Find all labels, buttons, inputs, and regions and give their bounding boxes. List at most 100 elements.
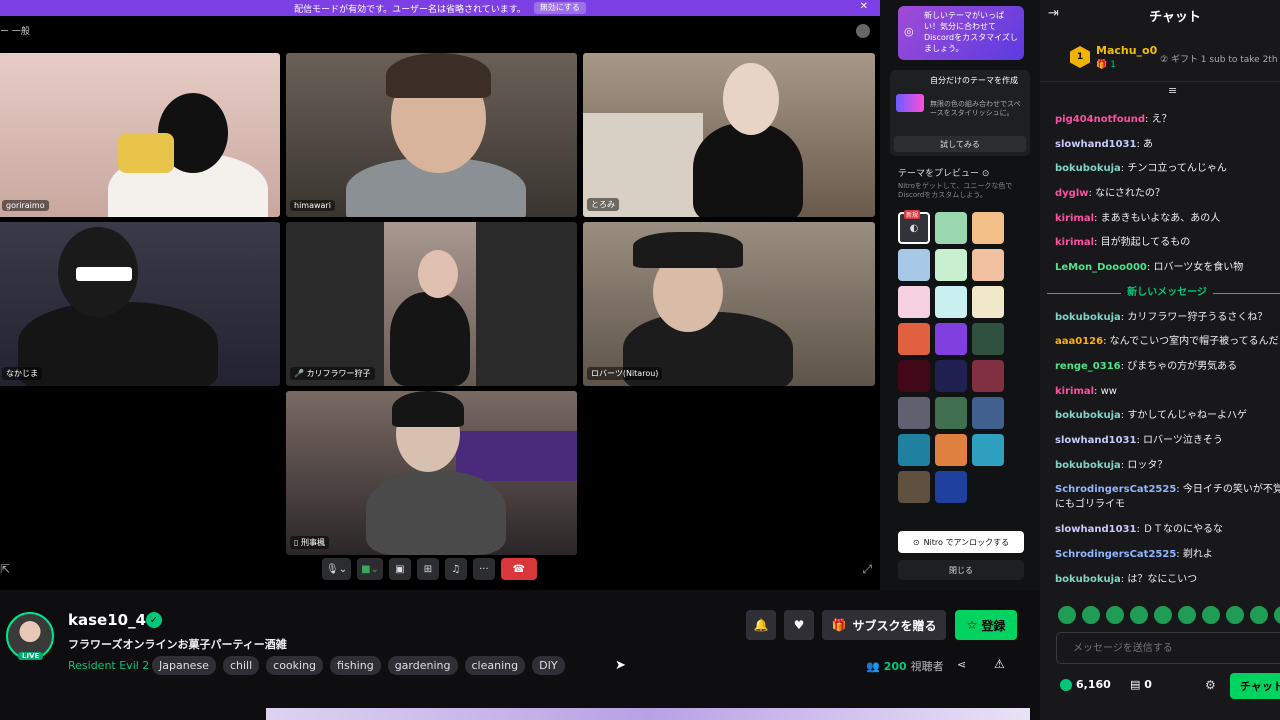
theme-swatch[interactable] (935, 286, 967, 318)
theme-swatch[interactable] (935, 434, 967, 466)
send-chat-button[interactable]: チャット (1230, 673, 1280, 699)
emote-icon[interactable] (1274, 606, 1280, 624)
tag-chip[interactable]: chill (222, 656, 260, 675)
emote-icon[interactable] (1250, 606, 1268, 624)
video-tile[interactable]: 🎤 カリフラワー狩子 (286, 222, 577, 386)
chat-username[interactable]: bokubokuja (1055, 460, 1121, 471)
close-panel-button[interactable]: 閉じる (898, 560, 1024, 580)
screen-share-icon[interactable]: ▣ (388, 558, 411, 580)
channel-points[interactable]: 6,160 (1060, 678, 1111, 691)
theme-swatch[interactable] (898, 323, 930, 355)
try-button[interactable]: 試してみる (894, 136, 1026, 152)
fullscreen-icon[interactable]: ⤢ (862, 562, 872, 577)
filter-icon[interactable]: ≡ (1168, 84, 1177, 97)
theme-swatch[interactable] (972, 286, 1004, 318)
gear-icon[interactable]: ⚙ (1205, 678, 1216, 692)
close-icon[interactable]: ✕ (860, 1, 868, 12)
video-tile[interactable]: なかじま (0, 222, 280, 386)
chat-username[interactable]: renge_0316 (1055, 361, 1121, 372)
chat-username[interactable]: kirimal (1055, 237, 1094, 248)
leader-name[interactable]: Machu_o0 (1096, 44, 1157, 57)
emote-icon[interactable] (1202, 606, 1220, 624)
nitro-unlock-button[interactable]: ⊙ Nitro でアンロックする (898, 531, 1024, 553)
chat-username[interactable]: slowhand1031 (1055, 139, 1136, 150)
tag-chip[interactable]: fishing (330, 656, 381, 675)
theme-swatch[interactable] (898, 360, 930, 392)
video-tile[interactable]: とろみ (583, 53, 875, 217)
theme-swatch[interactable] (898, 434, 930, 466)
chat-username[interactable]: pig404notfound (1055, 114, 1145, 125)
theme-swatch[interactable] (935, 212, 967, 244)
emote-icon[interactable] (1058, 606, 1076, 624)
follow-heart-icon[interactable]: ♥ (784, 610, 814, 640)
theme-swatch[interactable] (898, 286, 930, 318)
chat-username[interactable]: slowhand1031 (1055, 435, 1136, 446)
chat-message: kirimal: ww (1055, 380, 1280, 405)
theme-swatch[interactable] (935, 397, 967, 429)
chat-username[interactable]: LeMon_Dooo000 (1055, 262, 1147, 273)
emote-icon[interactable] (1226, 606, 1244, 624)
theme-panel: ◎ 新しいテーマがいっぱい！気分に合わせてDiscordをカスタマイズしましょう… (880, 0, 1040, 590)
disconnect-button[interactable]: ☎ (500, 558, 537, 580)
emote-icon[interactable] (1130, 606, 1148, 624)
chat-message-input[interactable] (1056, 632, 1280, 664)
theme-promo: ◎ 新しいテーマがいっぱい！気分に合わせてDiscordをカスタマイズしましょう… (898, 6, 1024, 60)
chat-username[interactable]: bokubokuja (1055, 410, 1121, 421)
tag-chip[interactable]: Japanese (152, 656, 216, 675)
theme-swatch[interactable] (898, 397, 930, 429)
theme-swatch[interactable] (898, 471, 930, 503)
theme-swatch[interactable] (935, 471, 967, 503)
emote-icon[interactable] (1154, 606, 1172, 624)
streamer-name[interactable]: kase10_4 (68, 611, 146, 629)
tag-chip[interactable]: cooking (266, 656, 324, 675)
chat-username[interactable]: aaa0126 (1055, 336, 1103, 347)
chat-text: : ＤＴなのにやるな (1136, 524, 1224, 536)
notification-bell-icon[interactable]: 🔔 (746, 610, 776, 640)
tag-chip[interactable]: cleaning (464, 656, 526, 675)
gift-sub-button[interactable]: 🎁 サブスクを贈る (822, 610, 946, 640)
theme-swatch[interactable] (898, 249, 930, 281)
more-icon[interactable]: ··· (472, 558, 495, 580)
chat-username[interactable]: kirimal (1055, 213, 1094, 224)
theme-swatch[interactable] (935, 249, 967, 281)
star-icon: ☆ (966, 618, 978, 632)
theme-swatch[interactable] (972, 434, 1004, 466)
chat-username[interactable]: SchrodingersCat2525 (1055, 549, 1176, 560)
video-tile[interactable]: himawari (286, 53, 577, 217)
participants-icon[interactable] (856, 24, 870, 38)
theme-swatch-selected[interactable]: 新規 ◐ (898, 210, 930, 244)
popout-icon[interactable]: ⇱ (0, 562, 10, 576)
camera-icon[interactable]: ■⌄ (357, 558, 383, 580)
theme-swatch[interactable] (972, 360, 1004, 392)
emote-icon[interactable] (1178, 606, 1196, 624)
theme-swatch[interactable] (935, 323, 967, 355)
video-tile[interactable]: goriraimo (0, 53, 280, 217)
chat-username[interactable]: slowhand1031 (1055, 524, 1136, 535)
activities-icon[interactable]: ⊞ (416, 558, 439, 580)
chat-username[interactable]: kirimal (1055, 386, 1094, 397)
theme-swatch[interactable] (972, 212, 1004, 244)
theme-swatch[interactable] (972, 323, 1004, 355)
tag-chip[interactable]: DIY (532, 656, 565, 675)
chat-username[interactable]: bokubokuja (1055, 312, 1121, 323)
share-icon[interactable]: ⋖ (957, 658, 966, 671)
chat-username[interactable]: SchrodingersCat2525 (1055, 484, 1176, 495)
microphone-icon[interactable]: 🎙⌄ (322, 558, 352, 580)
subscribe-button[interactable]: ☆ 登録 (955, 610, 1017, 640)
bits-balance[interactable]: ▤ 0 (1130, 678, 1152, 691)
video-tile[interactable]: ▯ 刑事楓 (286, 391, 577, 555)
theme-swatch[interactable] (972, 397, 1004, 429)
game-link[interactable]: Resident Evil 2 (68, 659, 149, 672)
chat-username[interactable]: bokubokuja (1055, 163, 1121, 174)
video-tile[interactable]: ロバーツ(Nitarou) (583, 222, 875, 386)
report-icon[interactable]: ⚠ (994, 657, 1005, 671)
theme-swatch[interactable] (935, 360, 967, 392)
tag-chip[interactable]: gardening (387, 656, 458, 675)
disable-streamer-mode-button[interactable]: 無効にする (533, 2, 586, 14)
chat-username[interactable]: dyglw (1055, 188, 1089, 199)
emote-icon[interactable] (1082, 606, 1100, 624)
soundboard-icon[interactable]: ♫ (444, 558, 467, 580)
emote-icon[interactable] (1106, 606, 1124, 624)
chat-username[interactable]: bokubokuja (1055, 574, 1121, 585)
theme-swatch[interactable] (972, 249, 1004, 281)
